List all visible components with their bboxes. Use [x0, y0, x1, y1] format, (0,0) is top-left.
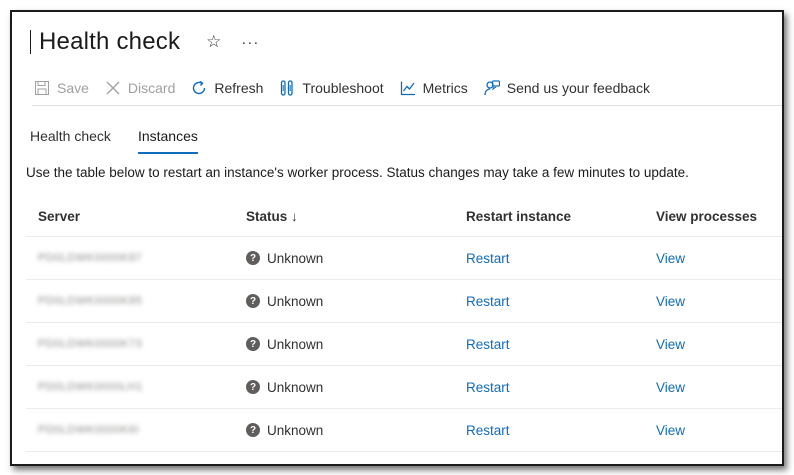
view-link[interactable]: View — [656, 294, 782, 309]
star-icon[interactable]: ☆ — [206, 32, 221, 52]
status-text: Unknown — [267, 422, 324, 438]
view-link[interactable]: View — [656, 251, 782, 266]
server-name: PD0LDWK0000K87 — [38, 252, 143, 264]
table-row: PD0LDWK0000K85 ? Unknown Restart View — [26, 280, 782, 323]
server-name: PD0LDWK0000LH1 — [38, 381, 143, 393]
app-window: Health check ☆ ··· Save Discard Refresh … — [10, 10, 784, 466]
table-header: Server Status ↓ Restart instance View pr… — [26, 196, 782, 237]
feedback-button[interactable]: Send us your feedback — [484, 80, 650, 96]
metrics-label: Metrics — [422, 80, 468, 96]
status-cell: ? Unknown — [246, 380, 466, 395]
save-label: Save — [57, 80, 89, 96]
tab-instances[interactable]: Instances — [137, 124, 198, 154]
title-row: Health check ☆ ··· — [30, 22, 259, 62]
table-row: PD0LDWK0000K73 ? Unknown Restart View — [26, 323, 782, 366]
column-header-server[interactable]: Server — [26, 209, 246, 224]
title-divider — [30, 30, 31, 54]
tab-health-check[interactable]: Health check — [30, 124, 111, 154]
page-title: Health check — [39, 28, 181, 55]
question-icon: ? — [246, 423, 260, 437]
status-text: Unknown — [267, 250, 324, 266]
status-text: Unknown — [267, 379, 324, 395]
table-row: PD0LDWK0000K87 ? Unknown Restart View — [26, 237, 782, 280]
save-icon — [35, 81, 49, 95]
column-header-status[interactable]: Status ↓ — [246, 209, 466, 224]
description-text: Use the table below to restart an instan… — [26, 165, 689, 180]
toolbar-divider — [32, 105, 782, 106]
question-icon: ? — [246, 380, 260, 394]
status-text: Unknown — [267, 336, 324, 352]
restart-link[interactable]: Restart — [466, 251, 656, 266]
discard-label: Discard — [127, 80, 176, 96]
discard-button[interactable]: Discard — [105, 80, 175, 96]
server-name: PD0LDWK0000K85 — [38, 295, 143, 307]
table-row: PD0LDWK0000LH1 ? Unknown Restart View — [26, 366, 782, 409]
refresh-label: Refresh — [214, 80, 264, 96]
restart-link[interactable]: Restart — [466, 294, 656, 309]
restart-link[interactable]: Restart — [466, 423, 656, 438]
metrics-button[interactable]: Metrics — [400, 80, 468, 96]
table-row: PD0LDWK0000K6I ? Unknown Restart View — [26, 409, 782, 452]
more-options-icon[interactable]: ··· — [241, 34, 259, 51]
tab-bar: Health check Instances — [30, 124, 225, 154]
view-link[interactable]: View — [656, 337, 782, 352]
view-link[interactable]: View — [656, 423, 782, 438]
refresh-button[interactable]: Refresh — [191, 80, 263, 96]
status-text: Unknown — [267, 293, 324, 309]
status-cell: ? Unknown — [246, 337, 466, 352]
restart-link[interactable]: Restart — [466, 337, 656, 352]
troubleshoot-label: Troubleshoot — [302, 80, 384, 96]
status-cell: ? Unknown — [246, 423, 466, 438]
question-icon: ? — [246, 251, 260, 265]
status-cell: ? Unknown — [246, 294, 466, 309]
save-button[interactable]: Save — [34, 80, 89, 96]
restart-link[interactable]: Restart — [466, 380, 656, 395]
instances-table: Server Status ↓ Restart instance View pr… — [26, 196, 782, 452]
status-cell: ? Unknown — [246, 251, 466, 266]
refresh-icon — [193, 80, 206, 95]
chart-icon — [400, 81, 415, 96]
feedback-icon — [484, 80, 500, 96]
command-bar: Save Discard Refresh Troubleshoot Metric… — [34, 76, 666, 100]
view-link[interactable]: View — [656, 380, 782, 395]
feedback-label: Send us your feedback — [506, 80, 650, 96]
question-icon: ? — [246, 337, 260, 351]
server-name: PD0LDWK0000K73 — [38, 338, 143, 350]
column-header-restart[interactable]: Restart instance — [466, 209, 656, 224]
troubleshoot-icon — [281, 80, 294, 96]
column-header-view-processes[interactable]: View processes — [656, 209, 782, 224]
close-icon — [106, 81, 120, 95]
troubleshoot-button[interactable]: Troubleshoot — [279, 80, 384, 96]
question-icon: ? — [246, 294, 260, 308]
server-name: PD0LDWK0000K6I — [38, 424, 140, 436]
